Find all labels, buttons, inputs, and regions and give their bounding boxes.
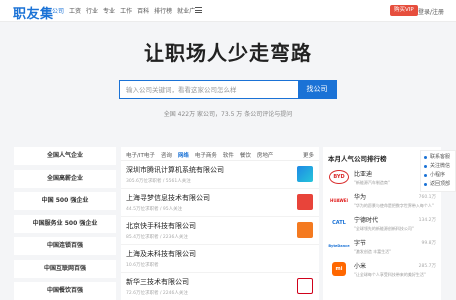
tab-electronics[interactable]: 电子/IT电子 — [126, 151, 155, 160]
vip-button[interactable]: 购买VIP — [390, 5, 418, 16]
pinduoduo-logo-icon — [297, 194, 313, 210]
company-row[interactable]: 上海及未科技有限公司 10.6万位求职者 — [121, 245, 319, 273]
category-service-500[interactable]: 中国服务业 500 强企业 — [14, 214, 116, 233]
industry-tabs: 电子/IT电子 咨询 网络 电子商务 软件 餐饮 房地产 更多 — [121, 147, 319, 161]
company-name[interactable]: 上海及未科技有限公司 — [126, 249, 314, 259]
tab-more[interactable]: 更多 — [303, 151, 314, 160]
company-row[interactable]: 上海寻梦信息技术有限公司 44.5万位求职者 / 95人关注 — [121, 189, 319, 217]
hero-title: 让职场人少走弯路 — [144, 41, 312, 65]
rank-score: 285.7万 — [418, 264, 436, 269]
tab-real-estate[interactable]: 房地产 — [257, 151, 274, 160]
company-name[interactable]: 北京快手科技有限公司 — [126, 221, 314, 231]
company-list-panel: 电子/IT电子 咨询 网络 电子商务 软件 餐饮 房地产 更多 深圳市腾讯计算机… — [121, 147, 319, 300]
rank-score: 134.2万 — [418, 218, 436, 223]
rank-company-desc: "华为的愿景与使命是把数字世界带入每个人" — [354, 203, 434, 208]
category-chain-100[interactable]: 中国连锁百强 — [14, 237, 116, 255]
category-high-salary[interactable]: 全国高薪企业 — [14, 169, 116, 188]
kuaishou-logo-icon — [297, 222, 313, 238]
nav-item-salary[interactable]: 工资 — [69, 6, 81, 15]
rank-item[interactable]: ByteDance 字节 "激发创造 丰富生活" 99.8万 — [323, 236, 441, 259]
nav-item-rankings[interactable]: 排行榜 — [154, 6, 172, 15]
rank-score: 760.1万 — [418, 195, 436, 200]
tab-software[interactable]: 软件 — [223, 151, 234, 160]
rank-company-desc: "激发创造 丰富生活" — [354, 249, 391, 254]
ranking-categories: 全国人气企业 全国高薪企业 中国 500 强企业 中国服务业 500 强企业 中… — [14, 147, 116, 300]
catl-logo-icon: CATL — [332, 220, 346, 226]
bytedance-logo-icon: ByteDance — [328, 244, 350, 248]
tab-internet[interactable]: 网络 — [178, 151, 189, 160]
company-row[interactable]: 深圳市腾讯计算机系统有限公司 305.6万位求职者 / 5561人关注 — [121, 161, 319, 189]
category-catering-100[interactable]: 中国餐饮百强 — [14, 282, 116, 300]
search-button[interactable]: 找公司 — [298, 80, 336, 99]
rank-item[interactable]: HUAWEI 华为 "华为的愿景与使命是把数字世界带入每个人" 760.1万 — [323, 190, 441, 213]
company-meta: 10.6万位求职者 — [126, 263, 159, 268]
back-to-top-button[interactable]: 返回顶部 — [421, 180, 455, 189]
tab-catering[interactable]: 餐饮 — [240, 151, 251, 160]
search-box: 找公司 — [119, 80, 337, 99]
customer-service-button[interactable]: 联系客服 — [421, 153, 455, 162]
site-stats: 全国 422万 家公司，73.5 万 条公司评论与提问 — [163, 111, 293, 118]
company-meta: 72.6万位求职者 / 2246人关注 — [126, 291, 188, 296]
rank-item[interactable]: mi 小米 "让全球每个人享受科技带来的美好生活" 285.7万 — [323, 259, 441, 282]
site-logo[interactable]: 职友集 — [13, 3, 54, 22]
tencent-logo-icon — [297, 166, 313, 182]
tab-consulting[interactable]: 咨询 — [161, 151, 172, 160]
nav-item-jobs[interactable]: 工作 — [120, 6, 132, 15]
xiaomi-logo-icon: mi — [332, 262, 346, 276]
search-input[interactable] — [120, 81, 298, 98]
mini-program-button[interactable]: 小程序 — [421, 171, 455, 180]
nav-item-wiki[interactable]: 百科 — [137, 6, 149, 15]
login-link[interactable]: 登录/注册 — [418, 7, 444, 16]
nav-item-major[interactable]: 专业 — [103, 6, 115, 15]
category-top500[interactable]: 中国 500 强企业 — [14, 192, 116, 210]
h3c-logo-icon — [297, 278, 313, 294]
menu-icon[interactable] — [195, 7, 202, 13]
rank-company-desc: "全球领先的新能源创新科技公司" — [354, 226, 414, 231]
tab-ecommerce[interactable]: 电子商务 — [195, 151, 217, 160]
rank-company-desc: "让全球每个人享受科技带来的美好生活" — [354, 272, 426, 277]
byd-logo-icon: BYD — [329, 170, 349, 184]
company-meta: 44.5万位求职者 / 95人关注 — [126, 207, 183, 212]
nav-item-employment[interactable]: 就业广 — [177, 6, 195, 15]
floating-toolbar: 联系客服 关注微信 小程序 返回顶部 — [420, 150, 456, 192]
top-bar: 职友集 公司 工资 行业 专业 工作 百科 排行榜 就业广 购买VIP 登录/注… — [0, 0, 456, 22]
company-name[interactable]: 新华三技术有限公司 — [126, 277, 314, 287]
company-name[interactable]: 上海寻梦信息技术有限公司 — [126, 193, 314, 203]
nav-item-industry[interactable]: 行业 — [86, 6, 98, 15]
company-row[interactable]: 新华三技术有限公司 72.6万位求职者 / 2246人关注 — [121, 273, 319, 300]
main-nav: 公司 工资 行业 专业 工作 百科 排行榜 就业广 — [52, 6, 195, 15]
huawei-logo-icon: HUAWEI — [329, 197, 349, 203]
rank-item[interactable]: CATL 宁德时代 "全球领先的新能源创新科技公司" 134.2万 — [323, 213, 441, 236]
company-meta: 85.4万位求职者 / 2236人关注 — [126, 235, 188, 240]
wechat-follow-button[interactable]: 关注微信 — [421, 162, 455, 171]
company-row[interactable]: 北京快手科技有限公司 85.4万位求职者 / 2236人关注 — [121, 217, 319, 245]
company-meta: 305.6万位求职者 / 5561人关注 — [126, 179, 191, 184]
company-name[interactable]: 深圳市腾讯计算机系统有限公司 — [126, 165, 314, 175]
nav-item-company[interactable]: 公司 — [52, 6, 64, 15]
rank-score: 99.8万 — [421, 241, 436, 246]
category-internet-100[interactable]: 中国互联网百强 — [14, 259, 116, 278]
category-popular[interactable]: 全国人气企业 — [14, 147, 116, 165]
